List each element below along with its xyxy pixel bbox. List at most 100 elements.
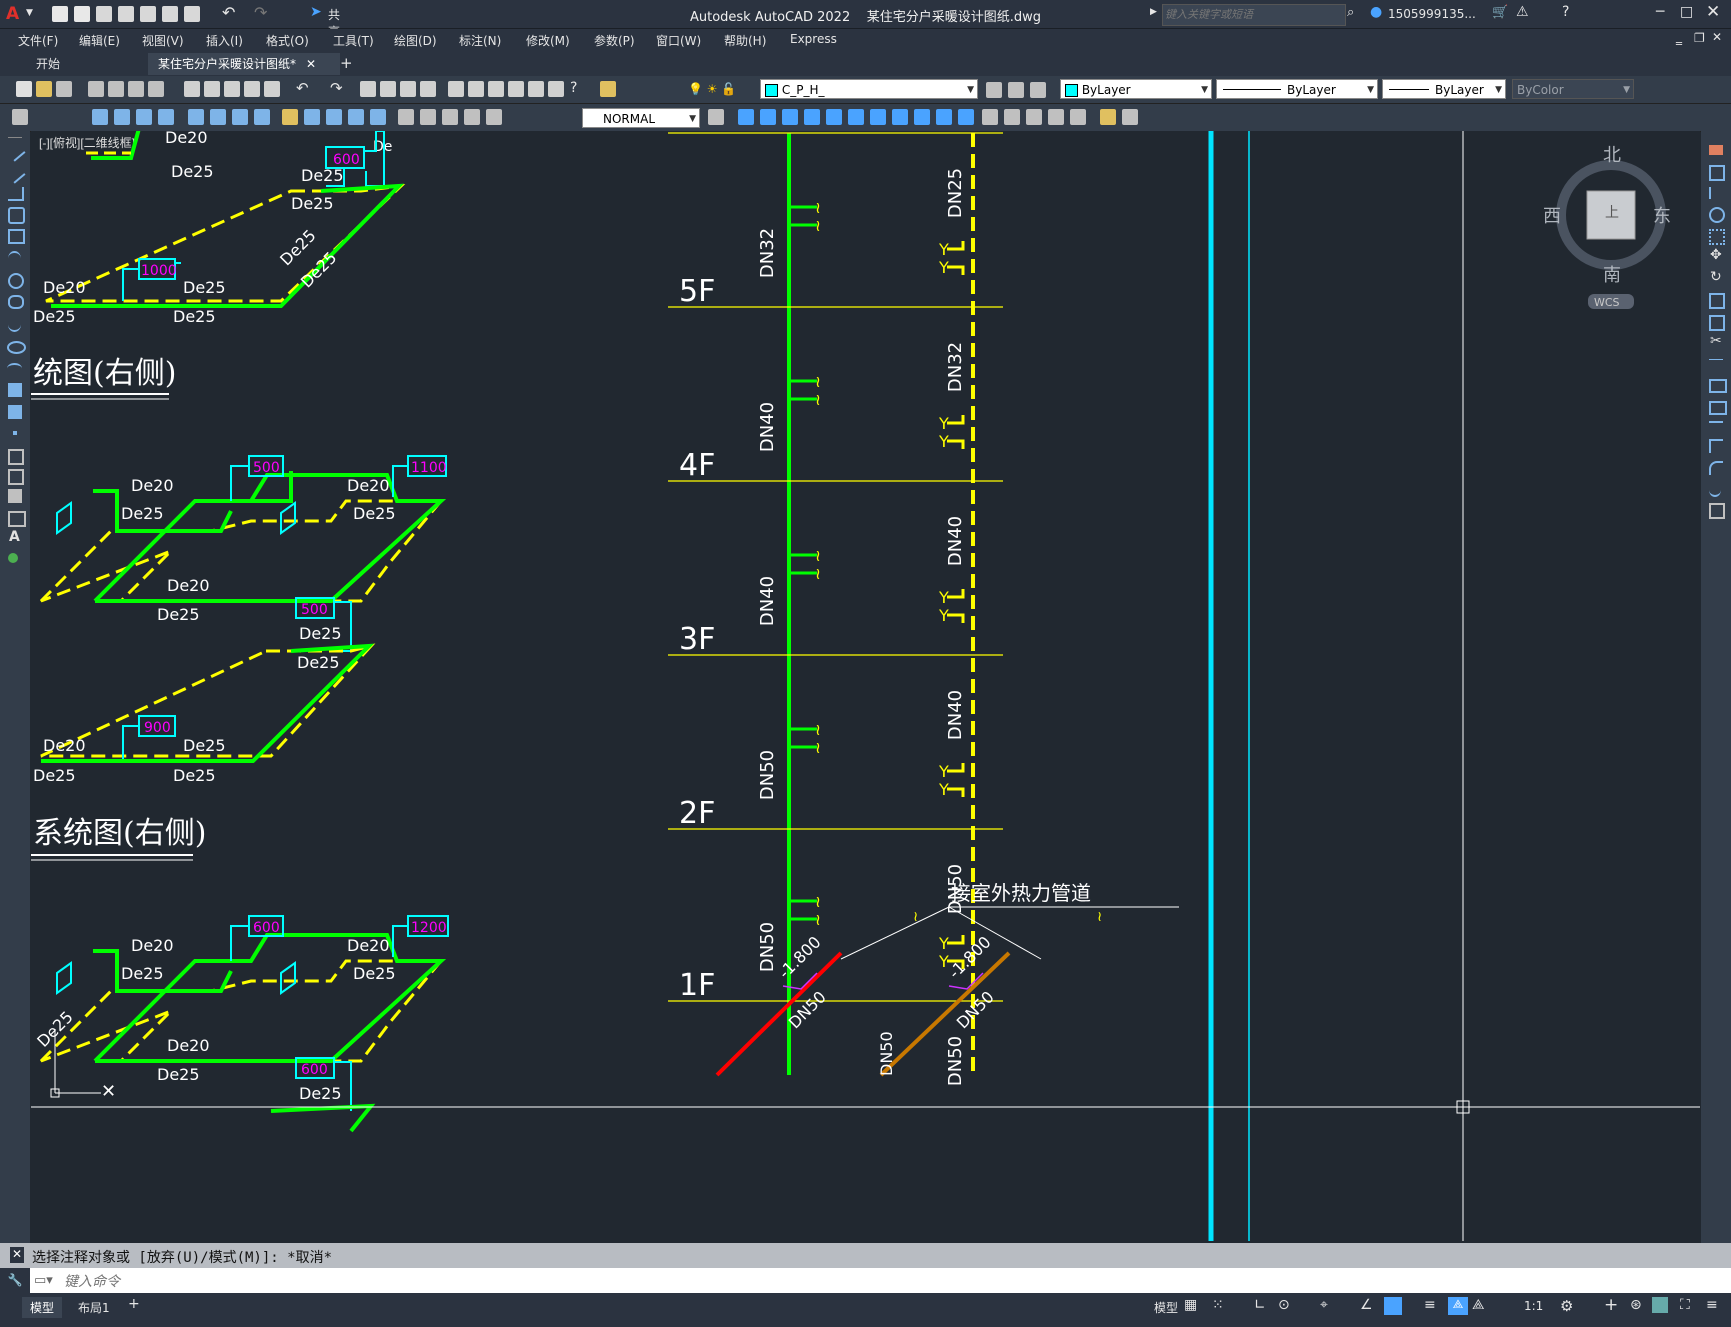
layout-tab-layout1[interactable]: 布局1 <box>70 1297 118 1318</box>
user-icon[interactable]: ● <box>1370 4 1382 20</box>
compass-west[interactable]: 西 <box>1543 206 1561 227</box>
copy-icon[interactable] <box>204 81 220 97</box>
help-tb-icon[interactable]: ? <box>570 80 577 96</box>
grid-icon[interactable]: ▦ <box>1184 1297 1197 1313</box>
layer-freeze-icon[interactable]: ☀ <box>707 82 718 96</box>
drawing-svg[interactable]: [-][俯视][二维线框] De20 De25 De 600 De25 De25… <box>31 131 1700 1241</box>
3d-print-icon[interactable] <box>148 81 164 97</box>
quick-dim-icon[interactable] <box>282 109 298 125</box>
open-web-icon[interactable] <box>140 6 156 22</box>
calculator-icon[interactable] <box>548 81 564 97</box>
doc-restore-icon[interactable]: ❐ <box>1694 31 1705 45</box>
zoom-window-icon[interactable] <box>400 81 416 97</box>
offset-side-icon[interactable] <box>1709 207 1725 223</box>
circle-icon[interactable] <box>8 273 24 289</box>
polygon-icon[interactable] <box>8 207 25 224</box>
redo-tb-icon[interactable]: ↷ <box>330 79 343 97</box>
dim-break-icon[interactable] <box>370 109 386 125</box>
color-dropdown[interactable]: ByLayer ▼ <box>1060 79 1212 99</box>
continue-dim-icon[interactable] <box>326 109 342 125</box>
explode-icon[interactable] <box>1070 109 1086 125</box>
make-block-icon[interactable] <box>8 405 22 419</box>
table-icon[interactable] <box>8 511 26 527</box>
clean-screen-icon[interactable]: ⛶ <box>1680 1297 1690 1313</box>
line-icon[interactable] <box>4 140 26 162</box>
layout-tab-model[interactable]: 模型 <box>22 1297 63 1318</box>
isolate-icon[interactable]: ⊛ <box>1630 1297 1642 1313</box>
dim-space-icon[interactable] <box>348 109 364 125</box>
new-file-icon[interactable] <box>52 6 68 22</box>
sheet-set-icon[interactable] <box>508 81 524 97</box>
break-point-side-icon[interactable] <box>1709 379 1727 393</box>
doc-close-icon[interactable]: ✕ <box>1712 30 1722 44</box>
layer-lock-icon[interactable]: 🔓 <box>721 82 736 96</box>
arc-icon[interactable] <box>8 251 21 266</box>
stretch-side-icon[interactable] <box>1709 315 1725 331</box>
help-icon[interactable]: ? <box>1562 4 1569 20</box>
command-wrench-icon[interactable]: 🔧 <box>0 1268 30 1293</box>
redo-icon[interactable]: ↷ <box>254 3 267 22</box>
customize-icon[interactable]: ≡ <box>1706 1297 1718 1313</box>
group-icon[interactable] <box>1122 109 1138 125</box>
menu-file[interactable]: 文件(F) <box>18 32 58 49</box>
selection-cycling-icon[interactable] <box>1384 1297 1402 1315</box>
layer-on-icon[interactable]: 💡 <box>688 82 703 96</box>
cart-icon[interactable]: 🛒 <box>1492 5 1508 20</box>
menu-edit[interactable]: 编辑(E) <box>79 32 120 49</box>
menu-modify[interactable]: 修改(M) <box>526 32 570 49</box>
jogged-dim-icon[interactable] <box>210 109 226 125</box>
rotate-icon[interactable] <box>870 109 886 125</box>
layer-manager-icon[interactable] <box>600 81 616 97</box>
model-space-button[interactable]: 模型 <box>1154 1299 1178 1316</box>
lineweight-dropdown[interactable]: ByLayer ▼ <box>1382 79 1506 99</box>
match-prop-icon[interactable] <box>244 81 260 97</box>
dim-edit-icon[interactable] <box>486 109 502 125</box>
palette-grip[interactable] <box>8 137 22 138</box>
snap-icon[interactable]: ⁙ <box>1212 1297 1224 1313</box>
layer-previous-icon[interactable] <box>1008 82 1024 98</box>
array-side-icon[interactable] <box>1709 229 1725 245</box>
linetype-dropdown[interactable]: ByLayer ▼ <box>1216 79 1378 99</box>
polar-icon[interactable]: ⊙ <box>1278 1297 1290 1313</box>
open-file-icon[interactable] <box>74 6 90 22</box>
mtext-icon[interactable]: A <box>9 529 20 545</box>
extend-side-icon[interactable] <box>1709 359 1723 360</box>
command-input[interactable] <box>62 1271 1726 1291</box>
command-close-icon[interactable]: ✕ <box>10 1247 24 1263</box>
undo-icon[interactable]: ↶ <box>222 3 235 22</box>
design-center-icon[interactable] <box>468 81 484 97</box>
offset-icon[interactable] <box>804 109 820 125</box>
erase-side-icon[interactable] <box>1709 145 1723 155</box>
gradient-icon[interactable] <box>8 469 24 485</box>
menu-help[interactable]: 帮助(H) <box>724 32 766 49</box>
ortho-icon[interactable]: ∟ <box>1254 1297 1266 1313</box>
copy-side-icon[interactable] <box>1709 165 1725 181</box>
save-icon[interactable] <box>96 6 112 22</box>
copy-object-icon[interactable] <box>760 109 776 125</box>
menu-view[interactable]: 视图(V) <box>142 32 184 49</box>
erase-icon[interactable] <box>738 109 754 125</box>
jogged-linear-icon[interactable] <box>464 109 480 125</box>
doc-minimize-icon[interactable]: ‗ <box>1676 31 1682 45</box>
drawing-canvas[interactable]: [-][俯视][二维线框] De20 De25 De 600 De25 De25… <box>31 131 1700 1241</box>
save-as-icon[interactable] <box>118 6 134 22</box>
plot-icon[interactable] <box>184 6 200 22</box>
blend-side-icon[interactable] <box>1709 483 1721 497</box>
app-menu-chevron-icon[interactable]: ▼ <box>26 8 33 18</box>
publish-icon[interactable] <box>128 81 144 97</box>
settings-gear-icon[interactable]: ⚙ <box>1560 1297 1573 1315</box>
layer-dropdown[interactable]: C_P_H_ ▼ <box>760 79 978 99</box>
mirror-icon[interactable] <box>782 109 798 125</box>
user-name[interactable]: 1505999135... <box>1388 7 1476 21</box>
close-icon[interactable]: ✕ <box>1706 2 1720 22</box>
make-current-layer-icon[interactable] <box>986 82 1002 98</box>
menu-tools[interactable]: 工具(T) <box>333 32 374 49</box>
construction-line-icon[interactable] <box>4 162 26 184</box>
baseline-dim-icon[interactable] <box>304 109 320 125</box>
polyline-icon[interactable] <box>8 187 24 201</box>
move-icon[interactable] <box>848 109 864 125</box>
tolerance-icon[interactable] <box>398 109 414 125</box>
point-icon[interactable] <box>13 431 17 435</box>
search-input[interactable] <box>1162 4 1346 26</box>
arc-dim-icon[interactable] <box>136 109 152 125</box>
